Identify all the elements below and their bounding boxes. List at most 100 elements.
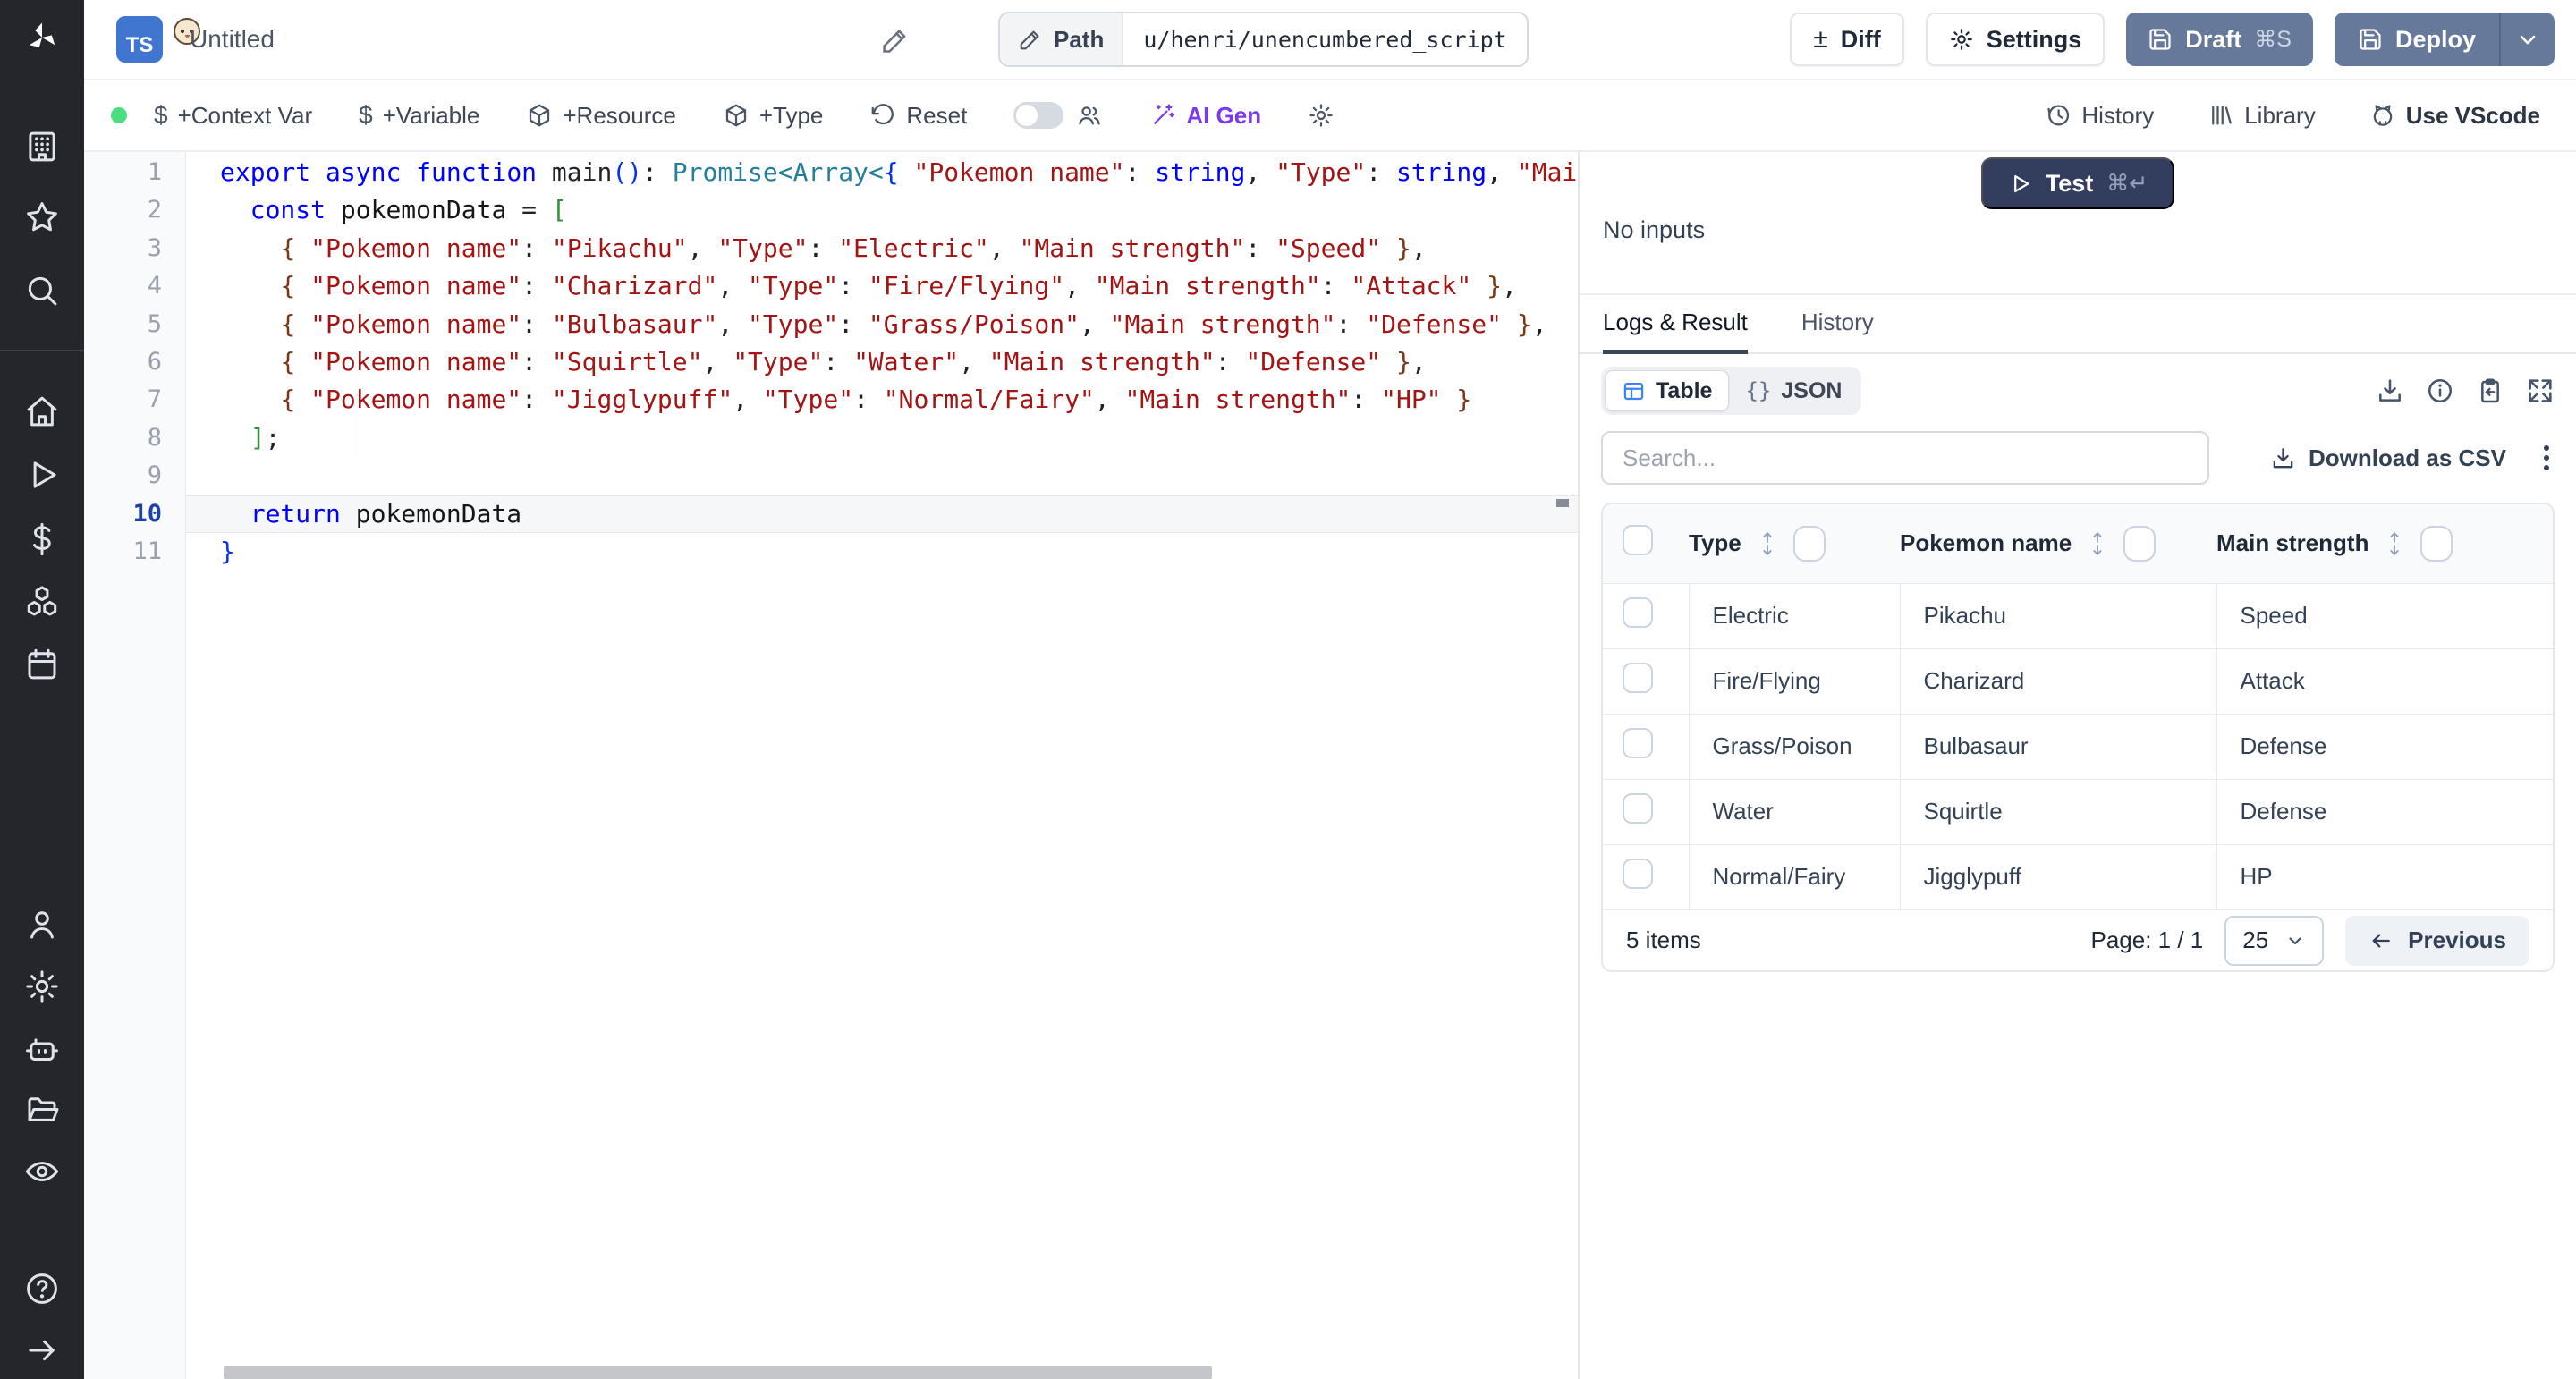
code-area[interactable]: export async function main(): Promise<Ar… xyxy=(186,152,1578,1379)
code-line[interactable]: return pokemonData xyxy=(186,495,1578,533)
rotate-ccw-icon xyxy=(869,102,896,129)
collaborators-indicator[interactable] xyxy=(1076,102,1103,129)
audit-eye-icon[interactable] xyxy=(0,1150,84,1193)
diff-button[interactable]: ± Diff xyxy=(1790,13,1903,66)
copy-to-clipboard-icon[interactable] xyxy=(2476,376,2504,405)
typescript-lang-badge: TS xyxy=(116,16,163,63)
column-filter-toggle[interactable] xyxy=(2123,526,2156,562)
dollar-icon: $ xyxy=(154,101,168,130)
code-line[interactable]: { "Pokemon name": "Charizard", "Type": "… xyxy=(186,267,1578,305)
code-line[interactable]: { "Pokemon name": "Jigglypuff", "Type": … xyxy=(186,381,1578,419)
line-number: 1 xyxy=(84,154,185,191)
help-question-icon[interactable] xyxy=(0,1267,84,1310)
package-icon xyxy=(526,102,553,129)
windmill-logo-icon[interactable] xyxy=(0,16,84,59)
json-view-toggle[interactable]: {} JSON xyxy=(1729,370,1858,411)
add-resource-button[interactable]: +Resource xyxy=(526,102,675,130)
page-size-select[interactable]: 25 xyxy=(2224,916,2324,966)
draft-button[interactable]: Draft ⌘S xyxy=(2126,13,2313,66)
previous-page-button[interactable]: Previous xyxy=(2345,916,2529,966)
test-button[interactable]: Test ⌘↵ xyxy=(1981,157,2174,209)
variables-dollar-icon[interactable] xyxy=(0,518,84,561)
table-footer: 5 items Page: 1 / 1 25 Previous xyxy=(1603,909,2553,970)
column-filter-toggle[interactable] xyxy=(2420,526,2453,562)
settings-button[interactable]: Settings xyxy=(1926,13,2106,66)
play-icon xyxy=(2008,172,2032,196)
add-type-button[interactable]: +Type xyxy=(723,102,824,130)
path-field[interactable]: Path u/henri/unencumbered_script xyxy=(998,12,1529,67)
workspace-icon[interactable] xyxy=(0,125,84,168)
code-line[interactable] xyxy=(186,457,1578,495)
more-options-kebab-icon[interactable] xyxy=(2538,440,2555,476)
sort-icon[interactable] xyxy=(2383,529,2406,558)
home-icon[interactable] xyxy=(0,390,84,433)
deploy-button[interactable]: Deploy xyxy=(2334,13,2499,66)
code-line[interactable]: { "Pokemon name": "Bulbasaur", "Type": "… xyxy=(186,306,1578,343)
expand-sidebar-arrow-icon[interactable] xyxy=(0,1329,84,1372)
download-result-icon[interactable] xyxy=(2376,376,2404,405)
history-label: History xyxy=(2081,102,2154,130)
vscode-label: Use VScode xyxy=(2406,102,2540,130)
code-lines: export async function main(): Promise<Ar… xyxy=(186,154,1578,571)
history-button[interactable]: History xyxy=(2045,102,2154,130)
code-line[interactable]: { "Pokemon name": "Squirtle", "Type": "W… xyxy=(186,343,1578,381)
gear-icon xyxy=(1308,102,1335,129)
column-filter-toggle[interactable] xyxy=(1793,526,1826,562)
select-all-checkbox[interactable] xyxy=(1623,525,1653,555)
code-line[interactable]: ]; xyxy=(186,419,1578,457)
horizontal-scrollbar[interactable] xyxy=(224,1366,1212,1379)
variable-label: +Variable xyxy=(383,102,480,130)
code-editor[interactable]: 1234567891011 export async function main… xyxy=(84,152,1578,1379)
ai-gen-button[interactable]: AI Gen xyxy=(1149,102,1261,130)
deploy-options-caret[interactable] xyxy=(2499,13,2555,66)
add-variable-button[interactable]: $ +Variable xyxy=(359,101,479,130)
sort-icon[interactable] xyxy=(1756,529,1779,558)
folders-open-icon[interactable] xyxy=(0,1088,84,1131)
workers-robot-icon[interactable] xyxy=(0,1028,84,1071)
result-search-input[interactable] xyxy=(1601,431,2209,485)
use-vscode-button[interactable]: Use VScode xyxy=(2369,102,2540,130)
row-checkbox[interactable] xyxy=(1623,728,1653,758)
info-icon[interactable] xyxy=(2426,376,2454,405)
settings-gear-icon[interactable] xyxy=(0,965,84,1008)
runs-play-icon[interactable] xyxy=(0,453,84,496)
library-button[interactable]: Library xyxy=(2207,102,2315,130)
tab-logs-result[interactable]: Logs & Result xyxy=(1603,295,1748,354)
ai-gen-label: AI Gen xyxy=(1186,102,1261,130)
add-context-var-button[interactable]: $ +Context Var xyxy=(154,101,312,130)
table-row: Grass/PoisonBulbasaurDefense xyxy=(1603,714,2553,779)
fullscreen-expand-icon[interactable] xyxy=(2526,376,2555,405)
code-line[interactable]: export async function main(): Promise<Ar… xyxy=(186,154,1578,191)
table-cell: Speed xyxy=(2216,583,2553,648)
column-header-type[interactable]: Type xyxy=(1689,529,1741,557)
script-title: Untitled xyxy=(190,25,275,54)
reset-button[interactable]: Reset xyxy=(869,102,967,130)
multiplayer-toggle[interactable] xyxy=(1013,102,1063,129)
editor-settings-button[interactable] xyxy=(1308,102,1335,129)
table-view-toggle[interactable]: Table xyxy=(1605,370,1729,411)
download-csv-button[interactable]: Download as CSV xyxy=(2270,444,2506,472)
tab-history[interactable]: History xyxy=(1801,295,1874,354)
toggle-knob xyxy=(1016,105,1038,126)
schedules-calendar-icon[interactable] xyxy=(0,643,84,686)
line-number: 5 xyxy=(84,306,185,343)
column-header-pokemon-name[interactable]: Pokemon name xyxy=(1900,529,2072,557)
dollar-icon: $ xyxy=(359,101,373,130)
row-checkbox[interactable] xyxy=(1623,859,1653,889)
code-line[interactable]: { "Pokemon name": "Pikachu", "Type": "El… xyxy=(186,230,1578,267)
row-checkbox[interactable] xyxy=(1623,597,1653,628)
code-line[interactable]: const pokemonData = [ xyxy=(186,191,1578,229)
resources-boxes-icon[interactable] xyxy=(0,580,84,623)
favorites-star-icon[interactable] xyxy=(0,196,84,239)
topbar-actions: ± Diff Settings Draft ⌘S Deploy xyxy=(1790,13,2555,66)
column-header-main-strength[interactable]: Main strength xyxy=(2216,529,2368,557)
row-checkbox[interactable] xyxy=(1623,663,1653,693)
users-person-icon[interactable] xyxy=(0,903,84,946)
search-icon[interactable] xyxy=(0,269,84,312)
sort-icon[interactable] xyxy=(2086,529,2109,558)
edit-summary-pencil-icon[interactable] xyxy=(880,25,911,55)
row-checkbox[interactable] xyxy=(1623,793,1653,824)
table-cell: Attack xyxy=(2216,648,2553,714)
code-line[interactable]: } xyxy=(186,533,1578,571)
path-value[interactable]: u/henri/unencumbered_script xyxy=(1123,13,1526,65)
